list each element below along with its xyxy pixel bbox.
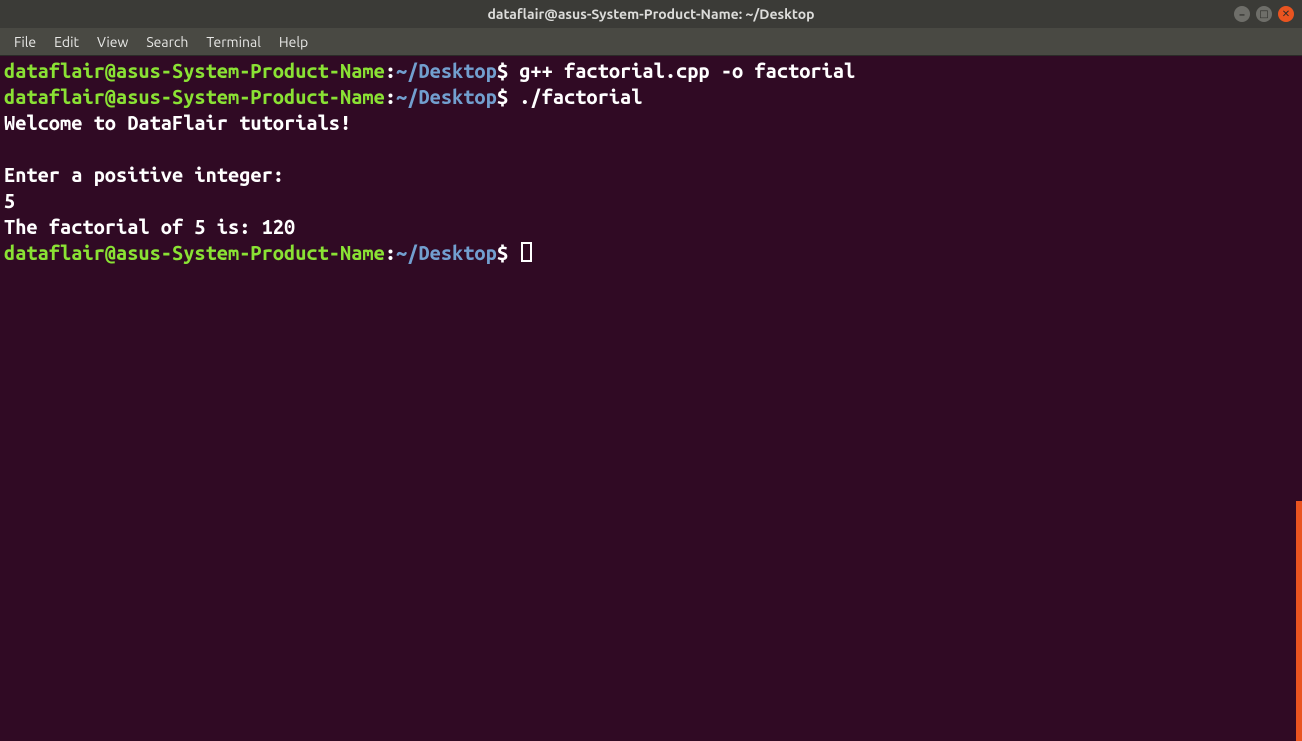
output-text: Enter a positive integer: <box>4 163 295 186</box>
menu-file[interactable]: File <box>6 32 44 52</box>
menu-edit[interactable]: Edit <box>46 32 87 52</box>
cursor-icon <box>521 242 532 262</box>
terminal-line: Enter a positive integer: <box>4 162 1298 188</box>
prompt-user-host: dataflair@asus-System-Product-Name <box>4 59 385 82</box>
menu-help[interactable]: Help <box>271 32 316 52</box>
prompt-dollar: $ <box>497 85 508 108</box>
menu-terminal[interactable]: Terminal <box>198 32 269 52</box>
menu-search[interactable]: Search <box>138 32 196 52</box>
prompt-path: ~/Desktop <box>396 241 497 264</box>
terminal-line: Welcome to DataFlair tutorials! <box>4 110 1298 136</box>
prompt-dollar: $ <box>497 241 508 264</box>
window-controls: – □ ✕ <box>1234 6 1294 22</box>
prompt-user-host: dataflair@asus-System-Product-Name <box>4 241 385 264</box>
prompt-path: ~/Desktop <box>396 59 497 82</box>
window-title: dataflair@asus-System-Product-Name: ~/De… <box>487 6 814 22</box>
menubar: File Edit View Search Terminal Help <box>0 28 1302 56</box>
minimize-icon[interactable]: – <box>1234 6 1250 22</box>
terminal-line: dataflair@asus-System-Product-Name:~/Des… <box>4 240 1298 266</box>
prompt-colon: : <box>385 241 396 264</box>
prompt-colon: : <box>385 85 396 108</box>
terminal-window: dataflair@asus-System-Product-Name: ~/De… <box>0 0 1302 741</box>
command-text: g++ factorial.cpp -o factorial <box>508 59 855 82</box>
terminal-line: dataflair@asus-System-Product-Name:~/Des… <box>4 58 1298 84</box>
terminal-line: dataflair@asus-System-Product-Name:~/Des… <box>4 84 1298 110</box>
maximize-icon[interactable]: □ <box>1256 6 1272 22</box>
prompt-dollar: $ <box>497 59 508 82</box>
command-text: ./factorial <box>508 85 642 108</box>
prompt-path: ~/Desktop <box>396 85 497 108</box>
output-text: Welcome to DataFlair tutorials! <box>4 111 351 134</box>
prompt-user-host: dataflair@asus-System-Product-Name <box>4 85 385 108</box>
scrollbar-indicator[interactable] <box>1296 501 1302 741</box>
output-text: 5 <box>4 189 15 212</box>
menu-view[interactable]: View <box>89 32 136 52</box>
terminal-line: The factorial of 5 is: 120 <box>4 214 1298 240</box>
command-text <box>508 241 519 264</box>
output-text: The factorial of 5 is: 120 <box>4 215 295 238</box>
close-icon[interactable]: ✕ <box>1278 6 1294 22</box>
terminal-blank-line <box>4 136 1298 162</box>
titlebar: dataflair@asus-System-Product-Name: ~/De… <box>0 0 1302 28</box>
terminal-line: 5 <box>4 188 1298 214</box>
prompt-colon: : <box>385 59 396 82</box>
terminal-viewport[interactable]: dataflair@asus-System-Product-Name:~/Des… <box>0 56 1302 741</box>
